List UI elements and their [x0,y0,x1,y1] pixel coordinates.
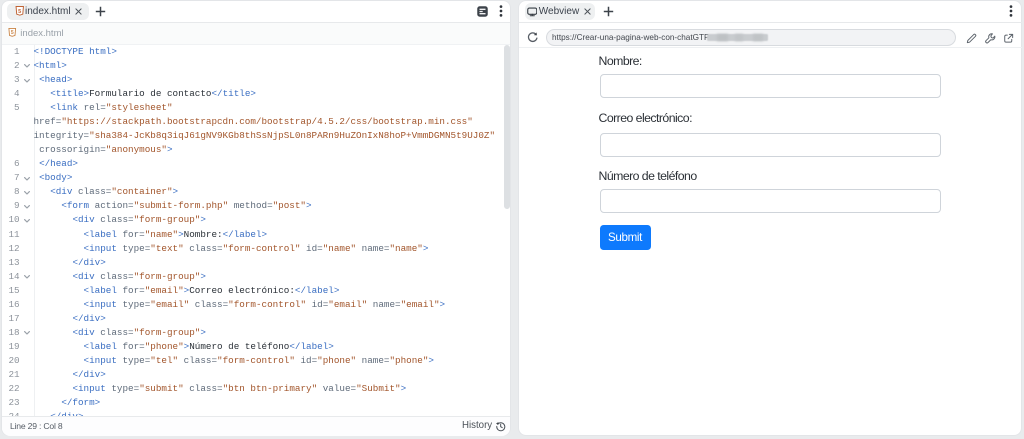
svg-text:5: 5 [11,30,14,36]
svg-text:5: 5 [18,9,21,15]
